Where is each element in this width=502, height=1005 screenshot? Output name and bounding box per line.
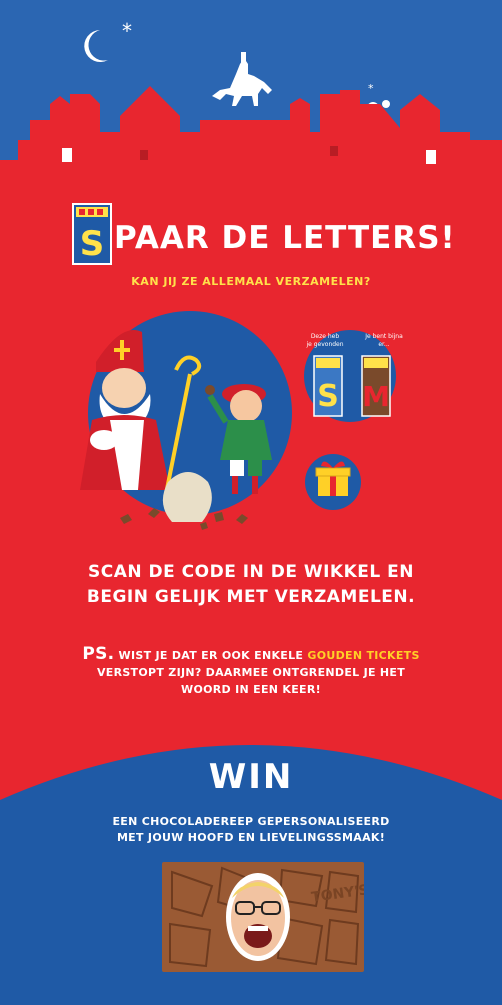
- ps-note: PS. WIST JE DAT ER OOK ENKELE GOUDEN TIC…: [82, 644, 420, 697]
- ps-label: PS.: [82, 644, 115, 664]
- prize-description: EEN CHOCOLADEREEP GEPERSONALISEERD MET J…: [112, 815, 390, 844]
- personalised-chocolate-bar-image: TONY'S: [162, 862, 364, 972]
- svg-text:er...: er...: [378, 341, 389, 348]
- svg-text:Je bent bijna: Je bent bijna: [364, 333, 403, 340]
- svg-text:M: M: [362, 380, 390, 413]
- letter-m-bar-icon: M: [361, 355, 391, 417]
- svg-text:je gevonden: je gevonden: [305, 341, 343, 348]
- person-face-icon: [226, 873, 290, 961]
- scan-instruction: SCAN DE CODE IN DE WIKKEL EN BEGIN GELIJ…: [86, 562, 416, 607]
- svg-text:S: S: [80, 224, 105, 264]
- chocolate-bar-s-icon: S: [72, 203, 112, 265]
- promo-page: * * S PAAR DE LETTERS! KAN JIJ ZE ALLEMA…: [0, 0, 502, 1005]
- subheading: KAN JIJ ZE ALLEMAAL VERZAMELEN?: [131, 275, 371, 288]
- page-title: PAAR DE LETTERS!: [114, 220, 456, 256]
- svg-text:S: S: [317, 379, 339, 414]
- svg-text:Deze heb: Deze heb: [311, 333, 340, 340]
- star-icon: *: [122, 19, 132, 43]
- letter-s-bar-icon: S: [313, 355, 343, 417]
- win-title: WIN: [208, 757, 294, 797]
- gouden-tickets-highlight: GOUDEN TICKETS: [307, 649, 420, 662]
- svg-text:*: *: [368, 82, 374, 95]
- hero-illustration: Deze heb je gevonden Je bent bijna er...…: [80, 311, 403, 530]
- rooftop-skyline-illustration: * *: [0, 0, 502, 190]
